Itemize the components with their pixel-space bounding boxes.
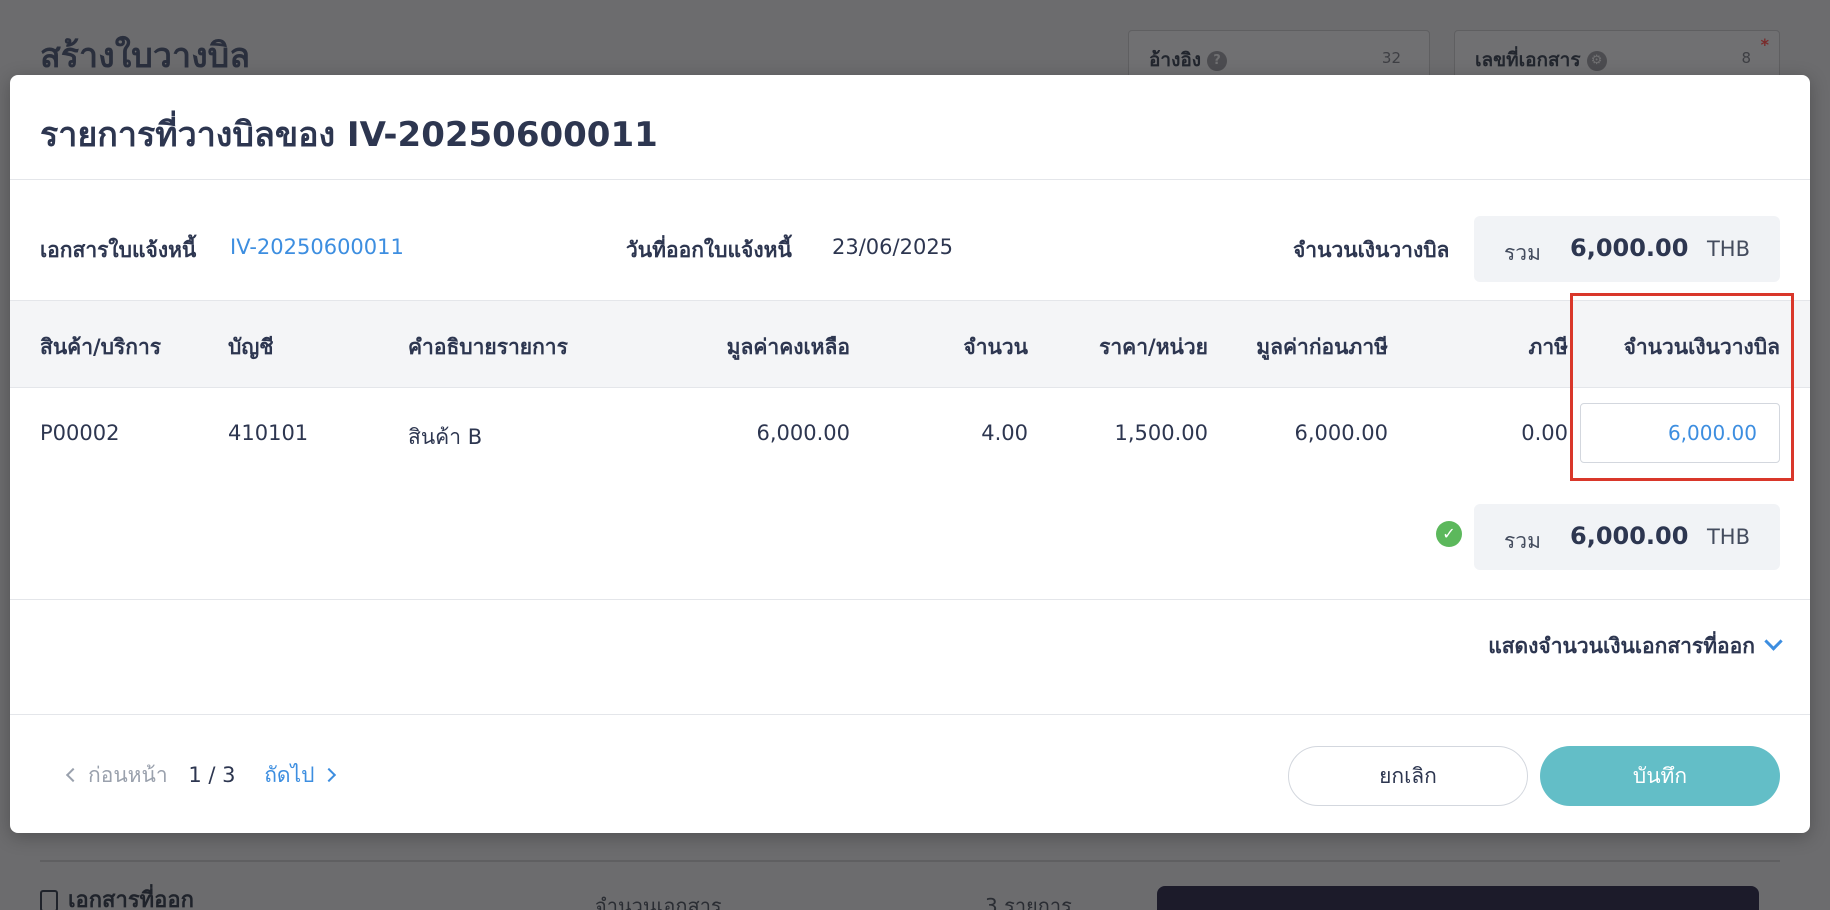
cancel-button[interactable]: ยกเลิก bbox=[1288, 746, 1528, 806]
col-unit-price: ราคา/หน่วย bbox=[1099, 335, 1208, 359]
billing-amount-label: จำนวนเงินวางบิล bbox=[1293, 238, 1450, 262]
billing-total-box: รวม 6,000.00 THB bbox=[1474, 216, 1780, 282]
col-account: บัญชี bbox=[228, 335, 274, 359]
invoice-doc-label: เอกสารใบแจ้งหนี้ bbox=[40, 238, 197, 262]
gear-icon: ⚙ bbox=[1586, 50, 1607, 71]
page-title: สร้างใบวางบิล bbox=[40, 36, 251, 76]
doc-count-label: จำนวนเอกสาร bbox=[595, 894, 722, 910]
cell-tax: 0.00 bbox=[1521, 421, 1568, 445]
show-issued-amount-label: แสดงจำนวนเงินเอกสารที่ออก bbox=[1488, 634, 1755, 658]
invoice-doc-link[interactable]: IV-20250600011 bbox=[230, 235, 404, 259]
issued-docs-label: เอกสารที่ออก bbox=[68, 888, 194, 910]
issue-date-label: วันที่ออกใบแจ้งหนี้ bbox=[626, 238, 792, 262]
billing-items-modal: รายการที่วางบิลของ IV-20250600011 เอกสาร… bbox=[10, 75, 1810, 833]
summary-row: ✓ รวม 6,000.00 THB bbox=[10, 482, 1810, 600]
cell-unit-price: 1,500.00 bbox=[1114, 421, 1208, 445]
next-label: ถัดไป bbox=[264, 763, 315, 787]
help-icon: ? bbox=[1207, 50, 1228, 71]
table-header: สินค้า/บริการ บัญชี คำอธิบายรายการ มูลค่… bbox=[10, 300, 1810, 388]
chevron-down-icon bbox=[1764, 632, 1783, 651]
col-product: สินค้า/บริการ bbox=[40, 335, 162, 359]
divider bbox=[40, 860, 1780, 862]
show-issued-amount-toggle[interactable]: แสดงจำนวนเงินเอกสารที่ออก bbox=[1488, 630, 1783, 663]
check-circle-icon: ✓ bbox=[1436, 521, 1462, 547]
prev-button[interactable]: ก่อนหน้า bbox=[65, 763, 168, 787]
cell-account: 410101 bbox=[228, 421, 309, 445]
total-label: รวม bbox=[1504, 241, 1541, 265]
summary-currency: THB bbox=[1706, 525, 1750, 549]
doc-number-char-count: 8 bbox=[1741, 49, 1751, 67]
modal-title: รายการที่วางบิลของ IV-20250600011 bbox=[40, 115, 658, 155]
modal-header: รายการที่วางบิลของ IV-20250600011 bbox=[10, 75, 1810, 180]
col-description: คำอธิบายรายการ bbox=[408, 335, 568, 359]
chevron-right-icon bbox=[322, 767, 337, 783]
table-row: P00002 410101 สินค้า B 6,000.00 4.00 1,5… bbox=[10, 388, 1810, 482]
cell-product: P00002 bbox=[40, 421, 120, 445]
col-tax: ภาษี bbox=[1528, 335, 1568, 359]
issued-docs-section: เอกสารที่ออก bbox=[40, 882, 194, 910]
col-pre-tax: มูลค่าก่อนภาษี bbox=[1256, 335, 1388, 359]
required-mark: * bbox=[1760, 35, 1769, 54]
reference-char-count: 32 bbox=[1381, 49, 1401, 67]
total-amount: 6,000.00 bbox=[1570, 234, 1689, 262]
pager: ก่อนหน้า 1 / 3 ถัดไป bbox=[65, 759, 337, 792]
chevron-left-icon bbox=[65, 767, 81, 783]
reference-label: อ้างอิง bbox=[1149, 49, 1202, 71]
billing-amount-input[interactable] bbox=[1580, 403, 1780, 463]
page-indicator: 1 / 3 bbox=[188, 763, 236, 787]
col-billing-amount: จำนวนเงินวางบิล bbox=[1623, 335, 1780, 359]
summary-total-amount: 6,000.00 bbox=[1570, 522, 1689, 550]
col-remaining: มูลค่าคงเหลือ bbox=[726, 335, 850, 359]
prev-label: ก่อนหน้า bbox=[88, 763, 168, 787]
col-quantity: จำนวน bbox=[963, 335, 1028, 359]
modal-footer: ก่อนหน้า 1 / 3 ถัดไป ยกเลิก บันทึก bbox=[10, 715, 1810, 835]
doc-number-label: เลขที่เอกสาร bbox=[1475, 49, 1581, 71]
cell-remaining: 6,000.00 bbox=[756, 421, 850, 445]
currency-label: THB bbox=[1706, 237, 1750, 261]
summary-total-box: รวม 6,000.00 THB bbox=[1474, 504, 1780, 570]
clipboard-icon bbox=[40, 890, 58, 910]
cell-description: สินค้า B bbox=[408, 425, 483, 449]
issue-date-value: 23/06/2025 bbox=[832, 235, 954, 259]
background-action-bar bbox=[1157, 886, 1759, 910]
invoice-info-row: เอกสารใบแจ้งหนี้ IV-20250600011 วันที่ออ… bbox=[10, 180, 1810, 300]
save-button[interactable]: บันทึก bbox=[1540, 746, 1780, 806]
next-button[interactable]: ถัดไป bbox=[264, 763, 337, 787]
show-issued-row: แสดงจำนวนเงินเอกสารที่ออก bbox=[10, 600, 1810, 715]
cell-pre-tax: 6,000.00 bbox=[1294, 421, 1388, 445]
doc-count-value: 3 รายการ bbox=[985, 894, 1072, 910]
cell-quantity: 4.00 bbox=[981, 421, 1028, 445]
summary-total-label: รวม bbox=[1504, 529, 1541, 553]
